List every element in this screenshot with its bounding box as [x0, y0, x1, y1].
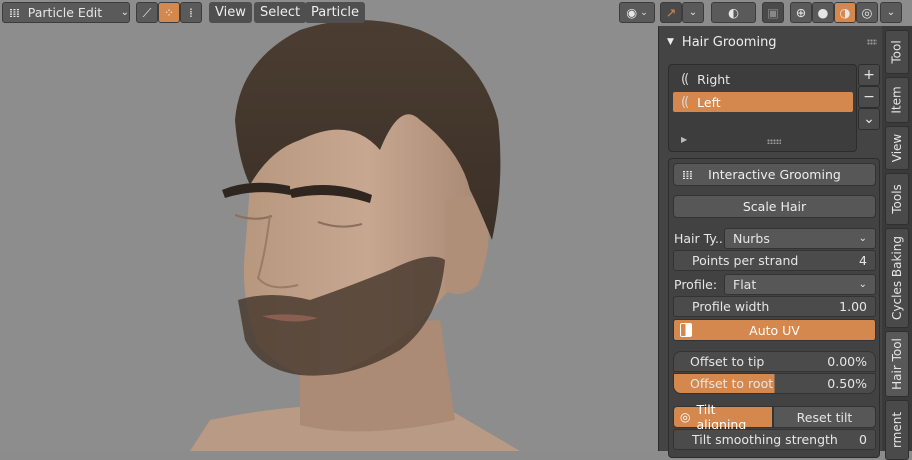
points-icon: ⁘ — [163, 5, 175, 20]
list-menu-button[interactable]: ⌄ — [858, 108, 880, 130]
eye-icon: ◉ — [626, 5, 638, 20]
select-path-button[interactable]: ⟋ — [136, 2, 158, 23]
menu-select[interactable]: Select — [254, 2, 307, 23]
panel-title: Hair Grooming — [681, 34, 777, 50]
list-item[interactable]: (( Left — [673, 92, 853, 112]
collapse-triangle-icon: ▼ — [667, 37, 674, 47]
drag-handle-icon[interactable] — [867, 39, 877, 45]
shading-dropdown[interactable]: ⌄ — [880, 2, 902, 23]
tab-tools[interactable]: Tools — [885, 173, 909, 225]
select-point-button[interactable]: ⁘ — [158, 2, 180, 23]
tilt-aligning-toggle[interactable]: ◎ Tilt aligning — [673, 402, 773, 432]
reset-tilt-button[interactable]: Reset tilt — [773, 406, 876, 428]
gizmo-button[interactable]: ↗ — [660, 2, 682, 23]
mode-selector[interactable]: 𝍖 Particle Edit ⌄ — [2, 2, 130, 23]
add-system-button[interactable]: + — [858, 64, 880, 86]
panel-header[interactable]: ▼ Hair Grooming — [659, 30, 883, 54]
wireframe-icon: ⊕ — [795, 5, 807, 20]
comb-icon: 𝍖 — [682, 167, 693, 182]
remove-system-button[interactable]: − — [858, 86, 880, 108]
sidebar-tabs: Tool Item View Tools Cycles Baking Hair … — [882, 26, 912, 460]
solid-sphere-icon: ● — [817, 5, 829, 20]
tab-hair-tool[interactable]: Hair Tool — [885, 331, 909, 397]
xray-button[interactable]: ▣ — [762, 2, 784, 23]
overlay-button[interactable]: ◐ — [711, 2, 756, 23]
chevron-down-icon: ⌄ — [688, 7, 698, 18]
wireframe-shading-button[interactable]: ⊕ — [790, 2, 812, 23]
menu-particle[interactable]: Particle — [305, 2, 366, 23]
list-item[interactable]: (( Right — [673, 69, 853, 89]
comb-icon: 𝍖 — [9, 5, 20, 20]
tilt-smoothing-strength-field[interactable]: Tilt smoothing strength 0 — [673, 429, 876, 450]
chevron-down-icon: ⌄ — [886, 7, 896, 18]
list-item-label: Right — [697, 71, 731, 87]
material-shading-button[interactable]: ◑ — [834, 2, 856, 23]
tab-cycles-baking[interactable]: Cycles Baking — [885, 228, 909, 328]
hair-strand-icon: (( — [681, 71, 689, 87]
material-sphere-icon: ◑ — [839, 5, 851, 20]
points-per-strand-field[interactable]: Points per strand 4 — [673, 250, 876, 271]
offset-to-tip-slider[interactable]: Offset to tip 0.00% — [673, 351, 876, 372]
tab-item[interactable]: Item — [885, 77, 909, 123]
expand-triangle-icon[interactable]: ▶ — [681, 135, 687, 144]
sidebar-panel: ▼ Hair Grooming (( Right (( Left ▶ + − ⌄… — [658, 26, 883, 458]
profile-width-field[interactable]: Profile width 1.00 — [673, 296, 876, 317]
hair-strand-icon: (( — [681, 94, 689, 110]
menu-view[interactable]: View — [209, 2, 252, 23]
checkbox-icon — [680, 323, 692, 337]
tab-view[interactable]: View — [885, 126, 909, 170]
visibility-dropdown[interactable]: ◉ ⌄ — [619, 2, 655, 23]
xray-icon: ▣ — [767, 5, 779, 20]
list-item-label: Left — [697, 94, 721, 110]
solid-shading-button[interactable]: ● — [812, 2, 834, 23]
scale-hair-button[interactable]: Scale Hair — [673, 195, 876, 218]
tip-icon: ⁞ — [189, 5, 193, 20]
gizmo-dropdown[interactable]: ⌄ — [682, 2, 704, 23]
overlay-icon: ◐ — [728, 5, 739, 20]
profile-label: Profile: — [674, 277, 718, 292]
gizmo-icon: ↗ — [665, 5, 677, 20]
profile-select[interactable]: Flat ⌄ — [724, 274, 876, 295]
tab-attachment[interactable]: rment — [885, 400, 909, 460]
chevron-down-icon: ⌄ — [120, 7, 129, 18]
offset-to-root-slider[interactable]: Offset to root 0.50% — [673, 373, 876, 394]
path-icon: ⟋ — [142, 4, 152, 20]
3d-viewport[interactable] — [0, 0, 660, 451]
tab-tool[interactable]: Tool — [885, 30, 909, 74]
rendered-sphere-icon: ◎ — [861, 5, 873, 20]
checkbox-icon: ◎ — [680, 410, 691, 424]
hair-type-select[interactable]: Nurbs ⌄ — [724, 228, 876, 249]
viewport-header: 𝍖 Particle Edit ⌄ ⟋ ⁘ ⁞ View Select Part… — [0, 0, 912, 26]
interactive-grooming-button[interactable]: 𝍖 Interactive Grooming — [673, 163, 876, 186]
auto-uv-toggle[interactable]: Auto UV — [673, 319, 876, 341]
hair-model-render — [190, 20, 520, 451]
resize-grip-icon[interactable] — [767, 139, 781, 144]
chevron-down-icon: ⌄ — [858, 233, 867, 244]
rendered-shading-button[interactable]: ◎ — [856, 2, 878, 23]
chevron-down-icon: ⌄ — [858, 279, 867, 290]
select-tip-button[interactable]: ⁞ — [180, 2, 202, 23]
particle-system-list: (( Right (( Left ▶ — [668, 64, 857, 152]
hair-type-label: Hair Ty... — [674, 231, 727, 246]
mode-label: Particle Edit — [27, 5, 103, 20]
